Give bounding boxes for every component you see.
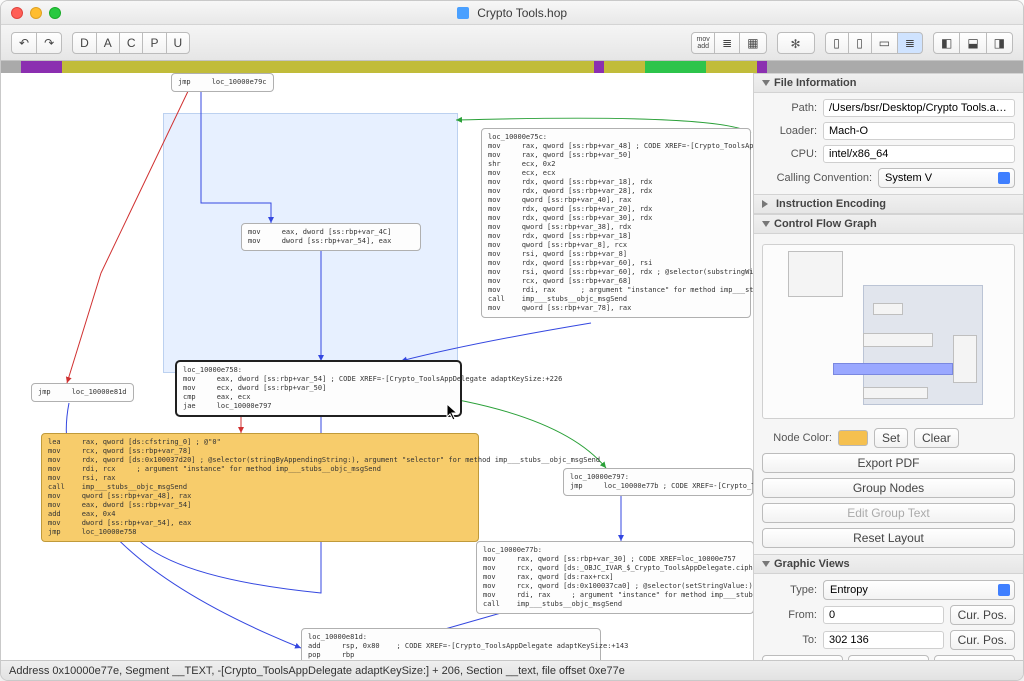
- type-label: Type:: [762, 584, 817, 596]
- pane-4[interactable]: ≣: [897, 32, 923, 54]
- clear-color-button[interactable]: Clear: [914, 428, 959, 448]
- mode-c-button[interactable]: C: [119, 32, 144, 54]
- back-button[interactable]: ↶: [11, 32, 37, 54]
- document-icon: [457, 7, 469, 19]
- view-hex[interactable]: ≣: [714, 32, 740, 54]
- cfg-thumbnail[interactable]: [762, 244, 1015, 419]
- chevron-left-icon: ↶: [19, 36, 29, 50]
- toggle-left-panel[interactable]: ◧: [933, 32, 960, 54]
- status-text: Address 0x10000e77e, Segment __TEXT, -[C…: [9, 665, 625, 677]
- section-title: Graphic Views: [774, 558, 850, 570]
- loader-value: Mach-O: [823, 122, 1015, 140]
- sidebar-right-icon: ◨: [994, 36, 1005, 50]
- pane-3[interactable]: ▭: [871, 32, 898, 54]
- pane-2[interactable]: ▯: [848, 32, 872, 54]
- mode-seg: D A C P U: [72, 32, 190, 54]
- color-swatch[interactable]: [838, 430, 868, 446]
- file-info-body: Path: /Users/bsr/Desktop/Crypto Tools.app…: [754, 93, 1023, 194]
- window: Crypto Tools.hop ↶ ↷ D A C P U mov add ≣…: [0, 0, 1024, 681]
- disclosure-triangle-icon: [762, 200, 772, 208]
- calling-conv-select[interactable]: System V: [878, 168, 1015, 188]
- from-label: From:: [762, 609, 817, 621]
- sidebar: File Information Path: /Users/bsr/Desktop…: [753, 73, 1023, 660]
- mode-a-button[interactable]: A: [96, 32, 120, 54]
- disclosure-triangle-icon: [762, 80, 770, 86]
- section-title: File Information: [774, 77, 857, 89]
- set-color-button[interactable]: Set: [874, 428, 908, 448]
- section-cfg[interactable]: Control Flow Graph: [754, 214, 1023, 234]
- window-title: Crypto Tools.hop: [1, 6, 1023, 20]
- list-icon: ≣: [905, 36, 915, 50]
- cfg-node-selected[interactable]: loc_10000e758: mov eax, dword [ss:rbp+va…: [176, 361, 461, 416]
- cfg-node[interactable]: loc_10000e797: jmp loc_10000e77b ; CODE …: [563, 468, 753, 496]
- from-curpos-button[interactable]: Cur. Pos.: [950, 605, 1015, 625]
- mode-p-button[interactable]: P: [142, 32, 166, 54]
- panel-left-icon: ▯: [833, 36, 840, 50]
- panel-mid-icon: ▯: [856, 36, 863, 50]
- chevron-right-icon: ↷: [44, 36, 54, 50]
- cfg-node-highlight[interactable]: lea rax, qword [ds:cfstring_0] ; @"0" mo…: [41, 433, 479, 542]
- window-title-text: Crypto Tools.hop: [477, 6, 567, 20]
- type-value: Entropy: [830, 584, 868, 596]
- disclosure-triangle-icon: [762, 221, 770, 227]
- pane-seg: ▯ ▯ ▭ ≣: [825, 32, 923, 54]
- section-title: Control Flow Graph: [774, 218, 877, 230]
- path-value: /Users/bsr/Desktop/Crypto Tools.app/Cont…: [823, 99, 1015, 117]
- calling-conv-value: System V: [885, 172, 932, 184]
- edit-group-text-button[interactable]: Edit Group Text: [762, 503, 1015, 523]
- panel-bottom-icon: ▭: [879, 36, 890, 50]
- from-value[interactable]: 0: [823, 606, 944, 624]
- pane-1[interactable]: ▯: [825, 32, 849, 54]
- type-select[interactable]: Entropy: [823, 580, 1015, 600]
- to-value[interactable]: 302 136: [823, 631, 944, 649]
- loader-label: Loader:: [762, 125, 817, 137]
- forward-button[interactable]: ↷: [36, 32, 62, 54]
- cpu-label: CPU:: [762, 148, 817, 160]
- section-title: Instruction Encoding: [776, 198, 886, 210]
- sidebar-bottom-icon: ⬓: [967, 36, 978, 50]
- path-label: Path:: [762, 102, 817, 114]
- mode-u-button[interactable]: U: [166, 32, 191, 54]
- mouse-cursor-icon: [446, 403, 460, 421]
- grid-icon: ▦: [747, 36, 758, 50]
- sidebar-left-icon: ◧: [941, 36, 952, 50]
- cfg-node[interactable]: jmp loc_10000e81d: [31, 383, 134, 402]
- node-color-label: Node Color:: [762, 432, 832, 444]
- gear-icon: ✻: [785, 33, 807, 55]
- calling-conv-label: Calling Convention:: [762, 172, 872, 184]
- lines-icon: ≣: [722, 36, 732, 50]
- mode-d-button[interactable]: D: [72, 32, 97, 54]
- cfg-node[interactable]: loc_10000e77b: mov rax, qword [ss:rbp+va…: [476, 541, 753, 614]
- cfg-node[interactable]: mov eax, dword [ss:rbp+var_4C] mov dword…: [241, 223, 421, 251]
- group-nodes-button[interactable]: Group Nodes: [762, 478, 1015, 498]
- view-seg-1: mov add ≣ ▦: [691, 32, 766, 54]
- statusbar: Address 0x10000e77e, Segment __TEXT, -[C…: [1, 660, 1023, 680]
- to-curpos-button[interactable]: Cur. Pos.: [950, 630, 1015, 650]
- titlebar: Crypto Tools.hop: [1, 1, 1023, 25]
- cfg-node[interactable]: jmp loc_10000e79c: [171, 73, 274, 92]
- toggle-bottom-panel[interactable]: ⬓: [959, 32, 986, 54]
- reset-layout-button[interactable]: Reset Layout: [762, 528, 1015, 548]
- cpu-value: intel/x86_64: [823, 145, 1015, 163]
- content: jmp loc_10000e79c jmp loc_10000e81d mov …: [1, 73, 1023, 660]
- export-pdf-button[interactable]: Export PDF: [762, 453, 1015, 473]
- panel-toggle-seg: ◧ ⬓ ◨: [933, 32, 1013, 54]
- to-label: To:: [762, 634, 817, 646]
- debugger-button[interactable]: ✻: [777, 32, 815, 54]
- toggle-right-panel[interactable]: ◨: [986, 32, 1013, 54]
- section-instruction-encoding[interactable]: Instruction Encoding: [754, 194, 1023, 214]
- toolbar: ↶ ↷ D A C P U mov add ≣ ▦ ✻ ▯ ▯ ▭ ≣ ◧ ⬓ …: [1, 25, 1023, 61]
- nav-seg: ↶ ↷: [11, 32, 62, 54]
- asm-toggle[interactable]: mov add: [691, 32, 715, 54]
- cfg-node[interactable]: loc_10000e75c: mov rax, qword [ss:rbp+va…: [481, 128, 751, 318]
- cfg-node[interactable]: loc_10000e81d: add rsp, 0x80 ; CODE XREF…: [301, 628, 601, 660]
- view-graph[interactable]: ▦: [739, 32, 766, 54]
- disclosure-triangle-icon: [762, 561, 770, 567]
- cfg-canvas[interactable]: jmp loc_10000e79c jmp loc_10000e81d mov …: [1, 73, 753, 660]
- section-graphic-views[interactable]: Graphic Views: [754, 554, 1023, 574]
- segment-minimap[interactable]: [1, 61, 1023, 73]
- section-file-info[interactable]: File Information: [754, 73, 1023, 93]
